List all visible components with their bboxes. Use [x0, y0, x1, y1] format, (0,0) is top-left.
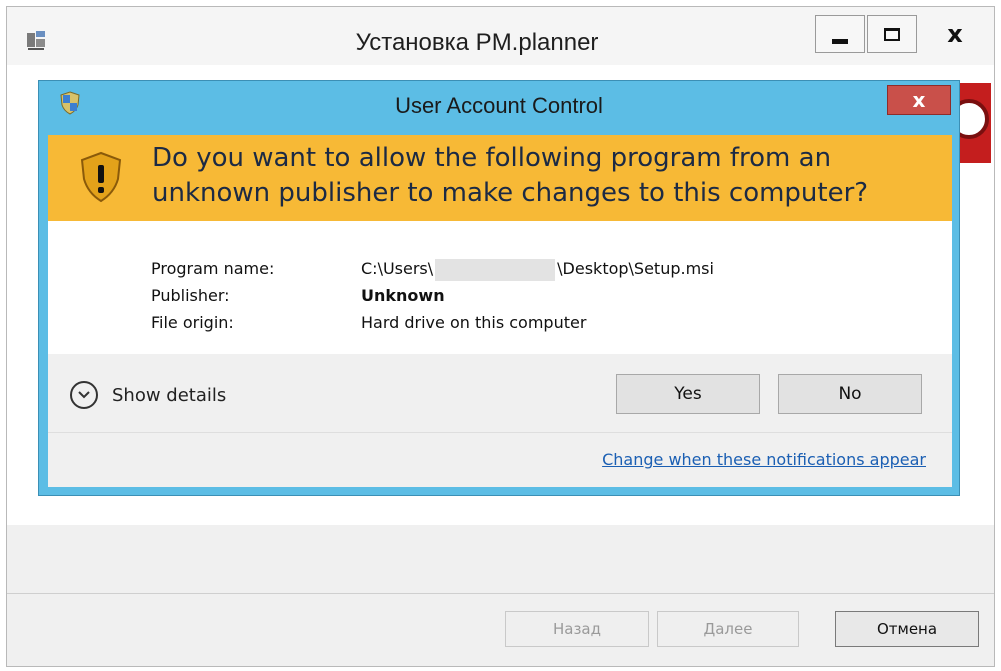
program-name-value: C:\Users\ \Desktop\Setup.msi [361, 255, 714, 282]
installer-titlebar: Установка PM.planner x [7, 7, 994, 65]
back-button[interactable]: Назад [505, 611, 649, 647]
chevron-down-icon [70, 381, 98, 409]
warning-shield-icon [80, 151, 122, 203]
uac-close-button[interactable]: x [887, 85, 951, 115]
show-details-label: Show details [112, 384, 227, 406]
uac-dialog: User Account Control x Do you want to al… [38, 80, 960, 496]
file-origin-row: File origin: Hard drive on this computer [151, 309, 714, 336]
file-origin-label: File origin: [151, 313, 234, 332]
yes-button[interactable]: Yes [616, 374, 760, 414]
cancel-button[interactable]: Отмена [835, 611, 979, 647]
program-info: Program name: C:\Users\ \Desktop\Setup.ms… [151, 255, 714, 336]
maximize-icon [884, 27, 900, 41]
publisher-row: Publisher: Unknown [151, 282, 714, 309]
redacted-username [435, 258, 556, 281]
close-button[interactable]: x [919, 15, 991, 53]
minimize-icon [832, 38, 848, 44]
uac-warning-banner: Do you want to allow the following progr… [48, 135, 952, 221]
next-button[interactable]: Далее [657, 611, 799, 647]
uac-divider [48, 432, 952, 433]
publisher-value: Unknown [361, 286, 445, 305]
show-details-toggle[interactable]: Show details [70, 381, 226, 409]
file-origin-value: Hard drive on this computer [361, 313, 587, 332]
program-name-label: Program name: [151, 259, 275, 278]
minimize-button[interactable] [815, 15, 865, 53]
maximize-button[interactable] [867, 15, 917, 53]
uac-title: User Account Control [395, 93, 603, 118]
close-icon: x [912, 88, 926, 112]
uac-shield-icon [60, 91, 80, 115]
program-name-row: Program name: C:\Users\ \Desktop\Setup.ms… [151, 255, 714, 282]
no-button[interactable]: No [778, 374, 922, 414]
uac-question: Do you want to allow the following progr… [152, 143, 869, 208]
close-icon: x [947, 20, 963, 48]
installer-app-icon [27, 31, 45, 50]
uac-actions: Show details Yes No Change when these no… [48, 354, 952, 487]
uac-content: Program name: C:\Users\ \Desktop\Setup.ms… [48, 221, 952, 487]
installer-title: Установка PM.planner [355, 29, 599, 56]
change-notifications-link[interactable]: Change when these notifications appear [602, 450, 926, 469]
installer-footer-divider [7, 593, 994, 594]
uac-titlebar: User Account Control x [39, 81, 959, 135]
program-path-prefix: C:\Users\ [361, 259, 434, 278]
program-path-suffix: \Desktop\Setup.msi [557, 259, 714, 278]
publisher-label: Publisher: [151, 286, 230, 305]
